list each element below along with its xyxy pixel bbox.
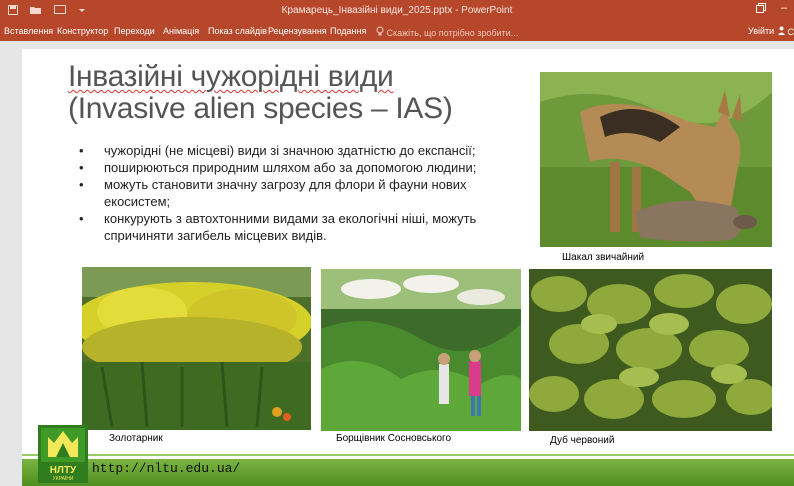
bullet-item: можуть становити значну загрозу для флор… bbox=[79, 176, 529, 210]
slide-title-line2: (Invasive alien species – IAS) bbox=[68, 92, 453, 125]
oak-photo[interactable] bbox=[529, 269, 772, 431]
hogweed-caption: Борщівник Сосновського bbox=[336, 433, 452, 444]
tell-me-placeholder: Скажіть, що потрібно зробити... bbox=[386, 28, 519, 38]
hogweed-photo[interactable] bbox=[321, 269, 521, 431]
share-icon bbox=[778, 26, 788, 37]
tab-view[interactable]: Подання bbox=[330, 26, 366, 36]
slide-canvas[interactable]: Інвазійні чужорідні види (Invasive alien… bbox=[22, 49, 794, 486]
goldenrod-caption: Золотарник bbox=[109, 433, 163, 444]
slide-title-line1: Інвазійні чужорідні види bbox=[68, 60, 394, 93]
bullet-list[interactable]: чужорідні (не місцеві) види зі значною з… bbox=[79, 142, 529, 244]
tab-slideshow[interactable]: Показ слайдів bbox=[208, 26, 267, 36]
lightbulb-icon bbox=[376, 26, 387, 38]
share-label: Сп bbox=[787, 27, 794, 37]
logo-text: НЛТУ bbox=[50, 465, 77, 476]
bullet-item: поширюються природним шляхом або за допо… bbox=[79, 159, 529, 176]
document-title: Крамарець_Інвазійні види_2025.pptx - Pow… bbox=[281, 5, 513, 16]
slide-title[interactable]: Інвазійні чужорідні види (Invasive alien… bbox=[68, 61, 453, 125]
tab-animations[interactable]: Анімація bbox=[163, 26, 199, 36]
tab-transitions[interactable]: Переходи bbox=[114, 26, 155, 36]
footer-divider bbox=[22, 454, 794, 456]
bullet-item: чужорідні (не місцеві) види зі значною з… bbox=[79, 142, 529, 159]
minimize-button[interactable]: – bbox=[781, 2, 787, 14]
logo-subtext: УКРАЇНИ bbox=[52, 475, 73, 482]
goldenrod-photo[interactable] bbox=[82, 267, 311, 430]
bullet-item: конкурують з автохтонними видами за екол… bbox=[79, 210, 529, 244]
title-bar: Крамарець_Інвазійні види_2025.pptx - Pow… bbox=[0, 0, 794, 22]
restore-icon[interactable] bbox=[756, 3, 766, 16]
tell-me-search[interactable]: Скажіть, що потрібно зробити... bbox=[376, 26, 518, 38]
share-button[interactable]: Сп bbox=[778, 26, 794, 37]
nltu-logo: НЛТУ УКРАЇНИ bbox=[38, 425, 88, 483]
footer-url[interactable]: http://nltu.edu.ua/ bbox=[92, 461, 240, 476]
jackal-caption: Шакал звичайний bbox=[562, 252, 645, 263]
jackal-photo[interactable] bbox=[540, 72, 772, 247]
tab-insert[interactable]: Вставлення bbox=[4, 26, 53, 36]
ribbon-tabs: Вставлення Конструктор Переходи Анімація… bbox=[0, 22, 794, 41]
sign-in-link[interactable]: Увійти bbox=[748, 26, 774, 36]
tab-review[interactable]: Рецензування bbox=[268, 26, 327, 36]
oak-caption: Дуб червоний bbox=[550, 435, 615, 446]
tab-design[interactable]: Конструктор bbox=[57, 26, 108, 36]
